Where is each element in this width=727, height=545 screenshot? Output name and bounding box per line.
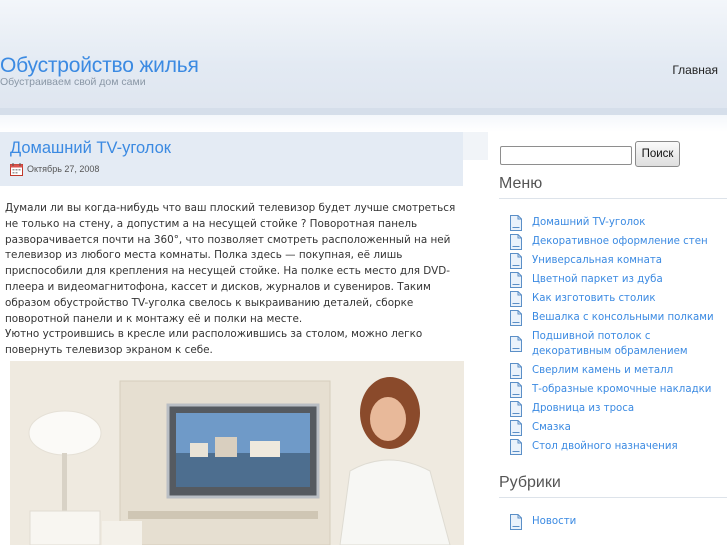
tv-corner-photo xyxy=(10,361,464,545)
menu-item[interactable]: Домашний TV-уголок xyxy=(509,215,727,231)
menu-item[interactable]: Как изготовить столик xyxy=(509,291,727,307)
category-item-label[interactable]: Новости xyxy=(532,516,576,527)
page-icon xyxy=(510,401,522,417)
calendar-icon xyxy=(10,163,23,176)
widget-divider xyxy=(499,198,727,199)
menu-item-label[interactable]: Дровница из троса xyxy=(532,403,634,414)
sidebar: Поиск Меню Домашний TV-уголок Декоративн… xyxy=(488,132,727,545)
menu-item[interactable]: Декоративное оформление стен xyxy=(509,234,727,250)
menu-widget-title: Меню xyxy=(499,175,543,192)
menu-item-label[interactable]: Универсальная комната xyxy=(532,255,662,266)
category-item[interactable]: Новости xyxy=(509,514,727,530)
site-description: Обустраиваем свой дом сами xyxy=(0,76,146,88)
page-icon xyxy=(510,310,522,326)
header-divider xyxy=(0,108,727,115)
menu-item-label[interactable]: Вешалка с консольными полками xyxy=(532,312,714,323)
page-icon xyxy=(510,514,522,530)
post-date: Октябрь 27, 2008 xyxy=(27,164,100,174)
post-image xyxy=(10,361,464,545)
page-icon xyxy=(510,439,522,455)
categories-list: Новости xyxy=(509,514,727,530)
menu-item-label[interactable]: Как изготовить столик xyxy=(532,293,656,304)
page-icon xyxy=(510,363,522,379)
page-icon xyxy=(510,215,522,231)
menu-item[interactable]: Т-образные кромочные накладки xyxy=(509,382,727,398)
menu-item[interactable]: Вешалка с консольными полками xyxy=(509,310,727,326)
menu-item-label[interactable]: Стол двойного назначения xyxy=(532,441,678,452)
page-icon xyxy=(510,420,522,436)
page-icon xyxy=(510,336,522,352)
menu-item-label[interactable]: Сверлим камень и металл xyxy=(532,365,673,376)
widget-divider xyxy=(499,497,727,498)
post-title[interactable]: Домашний TV-уголок xyxy=(10,139,171,158)
site-title[interactable]: Обустройство жилья xyxy=(0,54,199,78)
nav-home-link[interactable]: Главная xyxy=(672,63,718,77)
menu-item[interactable]: Смазка xyxy=(509,420,727,436)
post-header-tail xyxy=(463,132,488,160)
header-fade xyxy=(0,115,727,132)
menu-item-label[interactable]: Цветной паркет из дуба xyxy=(532,274,663,285)
page-icon xyxy=(510,272,522,288)
post-content: Думали ли вы когда-нибудь что ваш плоски… xyxy=(5,201,463,359)
menu-item-label[interactable]: Домашний TV-уголок xyxy=(532,217,645,228)
menu-item[interactable]: Дровница из троса xyxy=(509,401,727,417)
page-icon xyxy=(510,234,522,250)
menu-item[interactable]: Универсальная комната xyxy=(509,253,727,269)
page-icon xyxy=(510,253,522,269)
search-input[interactable] xyxy=(500,146,632,165)
menu-item[interactable]: Сверлим камень и металл xyxy=(509,363,727,379)
page-icon xyxy=(510,291,522,307)
menu-item-label[interactable]: Подшивной потолок с декоративным обрамле… xyxy=(532,331,688,357)
menu-item-label[interactable]: Т-образные кромочные накладки xyxy=(532,384,711,395)
menu-item-label[interactable]: Смазка xyxy=(532,422,571,433)
menu-item[interactable]: Подшивной потолок с декоративным обрамле… xyxy=(509,329,727,359)
menu-item[interactable]: Цветной паркет из дуба xyxy=(509,272,727,288)
page-icon xyxy=(510,382,522,398)
post-paragraph: Уютно устроившись в кресле или расположи… xyxy=(5,328,423,357)
categories-widget-title: Рубрики xyxy=(499,474,561,491)
post-paragraph: Думали ли вы когда-нибудь что ваш плоски… xyxy=(5,202,456,325)
search-button[interactable]: Поиск xyxy=(635,141,680,167)
menu-list: Домашний TV-уголок Декоративное оформлен… xyxy=(509,215,727,458)
menu-item[interactable]: Стол двойного назначения xyxy=(509,439,727,455)
menu-item-label[interactable]: Декоративное оформление стен xyxy=(532,236,708,247)
